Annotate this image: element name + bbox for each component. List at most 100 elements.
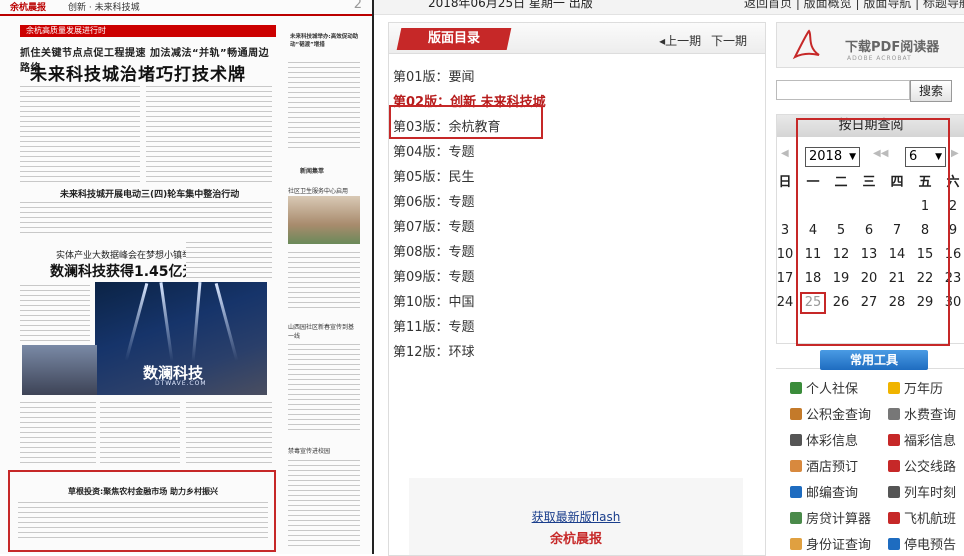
fund-icon: [790, 408, 802, 420]
mortgage-icon: [790, 512, 802, 524]
newspaper-page-preview[interactable]: 余杭晨报 创新 · 未来科技城 2 余杭高质量发展进行时 抓住关键节点点促工程提…: [0, 0, 374, 554]
issue-date: 2018年06月25日 星期一 出版: [428, 0, 593, 10]
right-column-title[interactable]: 未来科技城举办:高效促动助动“韬渡”增措: [290, 32, 360, 48]
postcode-icon: [790, 486, 802, 498]
tool-link[interactable]: 飞机航班: [888, 508, 956, 527]
photo-logo-sub: DTWAVE.COM: [155, 380, 207, 387]
page-list-item[interactable]: 第06版：专题: [393, 193, 753, 218]
page-list-item[interactable]: 第11版：专题: [393, 318, 753, 343]
page-directory: 版面目录 ◂上一期 下一期 第01版：要闻 第02版：创新 未来科技城 第03版：余…: [388, 22, 766, 556]
article-text: [20, 200, 272, 236]
search-button[interactable]: 搜索: [910, 80, 952, 102]
calendar-day[interactable]: 17: [771, 267, 799, 291]
active-page-highlight: [389, 105, 543, 139]
tool-label: 列车时刻: [904, 486, 957, 501]
news-photo: 数澜科技 DTWAVE.COM: [95, 282, 267, 395]
tool-link[interactable]: 福彩信息: [888, 430, 956, 449]
tool-link[interactable]: 列车时刻: [888, 482, 956, 501]
article-text: [20, 400, 96, 464]
top-bar: 2018年06月25日 星期一 出版 返回首页 | 版面概览 | 版面导航 | …: [374, 0, 964, 15]
site-panel: 2018年06月25日 星期一 出版 返回首页 | 版面概览 | 版面导航 | …: [374, 0, 964, 556]
calendar-day[interactable]: 10: [771, 243, 799, 267]
tool-link[interactable]: 酒店预订: [790, 456, 858, 475]
page-list-item[interactable]: 第01版：要闻: [393, 68, 753, 93]
article-text: [20, 283, 90, 341]
prev-issue-link[interactable]: ◂上一期: [659, 34, 701, 48]
page-list-item[interactable]: 第09版：专题: [393, 268, 753, 293]
newspaper-logo: 余杭晨报: [10, 3, 47, 13]
right-column-sub[interactable]: 社区卫生服务中心启用: [288, 186, 348, 195]
train-icon: [888, 486, 900, 498]
directory-title: 版面目录: [396, 28, 512, 50]
prev-year-icon[interactable]: ◀: [781, 148, 789, 159]
tool-link[interactable]: 停电预告: [888, 534, 956, 553]
tool-link[interactable]: 水费查询: [888, 404, 956, 423]
section-band: 余杭高质量发展进行时: [20, 25, 276, 37]
pdf-reader-download[interactable]: 下载PDF阅读器 ADOBE ACROBAT: [776, 22, 964, 68]
hotel-icon: [790, 460, 802, 472]
article-text: [288, 342, 360, 432]
page-list-item[interactable]: 第07版：专题: [393, 218, 753, 243]
tool-label: 个人社保: [806, 382, 859, 397]
tool-link[interactable]: 房贷计算器: [790, 508, 871, 527]
tool-label: 万年历: [904, 382, 944, 397]
page-list-item[interactable]: 第08版：专题: [393, 243, 753, 268]
article-text: [186, 240, 272, 280]
newspaper-page-number: 2: [353, 0, 362, 12]
top-nav-links[interactable]: 返回首页 | 版面概览 | 版面导航 | 标题导航: [744, 0, 964, 11]
calendar-icon: [888, 382, 900, 394]
tool-label: 飞机航班: [904, 512, 957, 527]
bus-icon: [888, 460, 900, 472]
page-list-item[interactable]: 第04版：专题: [393, 143, 753, 168]
directory-footer: 获取最新版flash 余杭晨报: [409, 478, 743, 555]
tool-link[interactable]: 身份证查询: [790, 534, 871, 553]
acrobat-icon: [792, 29, 820, 60]
tool-label: 身份证查询: [806, 538, 872, 553]
pdf-reader-label: 下载PDF阅读器: [845, 40, 940, 55]
calendar-highlight: [796, 118, 950, 346]
social-security-icon: [790, 382, 802, 394]
headline-2[interactable]: 未来科技城开展电动三(四)轮车集中整治行动: [60, 187, 239, 200]
tool-label: 房贷计算器: [806, 512, 872, 527]
tool-link[interactable]: 公交线路: [888, 456, 956, 475]
id-card-icon: [790, 538, 802, 550]
headline[interactable]: 未来科技城治堵巧打技术牌: [30, 60, 270, 85]
water-icon: [888, 408, 900, 420]
right-column-sub-3[interactable]: 禁毒宣传进校园: [288, 446, 330, 455]
article-text: [20, 84, 140, 184]
next-month-icon[interactable]: ▶: [951, 148, 959, 159]
tool-link[interactable]: 万年历: [888, 378, 943, 397]
calendar-day[interactable]: 3: [771, 219, 799, 243]
weekday-header: 日: [778, 175, 792, 190]
tool-label: 水费查询: [904, 408, 957, 423]
highlighted-article-title[interactable]: 草根投资:聚焦农村金融市场 助力乡村振兴: [68, 486, 218, 497]
tool-label: 体彩信息: [806, 434, 859, 449]
brand-name: 余杭晨报: [549, 532, 602, 547]
tool-link[interactable]: 个人社保: [790, 378, 858, 397]
article-text: [186, 400, 272, 464]
search-input[interactable]: [776, 80, 910, 100]
tools-title: 常用工具: [820, 350, 928, 370]
tool-label: 停电预告: [904, 538, 957, 553]
tool-label: 公交线路: [904, 460, 957, 475]
page-list-item[interactable]: 第12版：环球: [393, 343, 753, 368]
page-list-item[interactable]: 第05版：民生: [393, 168, 753, 193]
article-text: [288, 458, 360, 548]
tool-label: 邮编查询: [806, 486, 859, 501]
tool-link[interactable]: 邮编查询: [790, 482, 858, 501]
right-column-sub-2[interactable]: 山西园社区新春宣传到基一线: [288, 322, 358, 340]
building-photo: [288, 196, 360, 244]
news-photo-small: [22, 345, 97, 395]
calendar-day[interactable]: 24: [771, 291, 799, 315]
tool-link[interactable]: 公积金查询: [790, 404, 871, 423]
headline-3-subtitle: 实体产业大数据峰会在梦想小镇举办: [56, 251, 201, 261]
directory-header: 版面目录 ◂上一期 下一期: [389, 23, 765, 54]
article-text: [288, 250, 360, 310]
flash-link[interactable]: 获取最新版flash: [409, 508, 743, 525]
page-list-item[interactable]: 第10版：中国: [393, 293, 753, 318]
next-issue-link[interactable]: 下一期: [711, 34, 747, 48]
newspaper-section: 创新 · 未来科技城: [68, 3, 140, 13]
article-text: [146, 84, 272, 184]
tool-link[interactable]: 体彩信息: [790, 430, 858, 449]
tool-label: 福彩信息: [904, 434, 957, 449]
